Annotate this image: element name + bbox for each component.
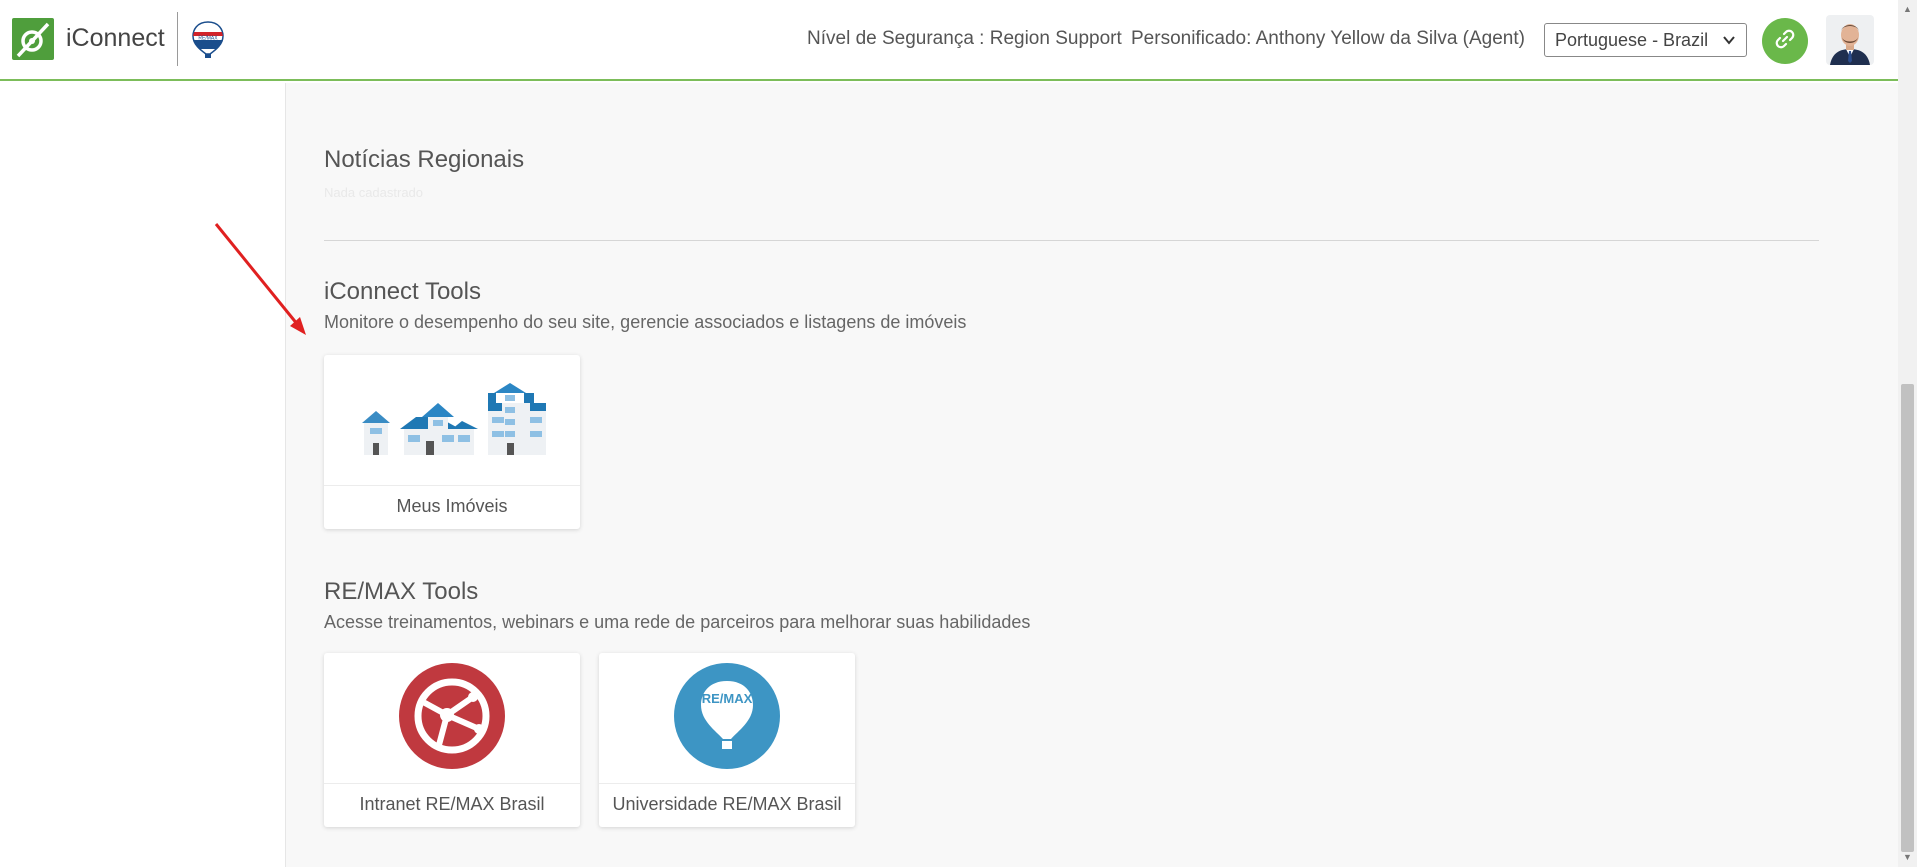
- top-header: iConnect RE/MAX Nível de Segurança : Reg…: [0, 0, 1898, 81]
- remax-tools-title: RE/MAX Tools: [324, 578, 479, 605]
- language-select-value: Portuguese - Brazil: [1555, 29, 1709, 50]
- link-icon: [1773, 27, 1797, 56]
- language-select[interactable]: Portuguese - Brazil: [1544, 23, 1747, 57]
- card-image: RE/MAX: [599, 653, 855, 784]
- brand-divider: [177, 12, 178, 66]
- chevron-down-icon: [1722, 31, 1736, 54]
- regional-news-title: Notícias Regionais: [324, 146, 525, 173]
- meus-imoveis-card[interactable]: Meus Imóveis: [324, 355, 580, 529]
- section-divider: [324, 240, 1819, 241]
- remax-tools-subtitle: Acesse treinamentos, webinars e uma rede…: [324, 612, 1031, 632]
- link-button[interactable]: [1762, 18, 1808, 64]
- regional-news-empty-hint: Nada cadastrado: [324, 185, 424, 200]
- card-image: [324, 355, 580, 486]
- balloon-text: RE/MAX: [702, 691, 753, 706]
- balloon-icon: RE/MAX: [674, 662, 780, 774]
- iconnect-tools-subtitle: Monitore o desempenho do seu site, geren…: [324, 312, 967, 332]
- card-label: Meus Imóveis: [396, 496, 508, 516]
- globe-network-icon: [399, 662, 505, 774]
- houses-icon: [342, 373, 562, 468]
- scrollbar-thumb[interactable]: [1901, 384, 1914, 852]
- left-sidebar: [0, 83, 286, 867]
- impersonated-user-text: Personificado: Anthony Yellow da Silva (…: [1131, 28, 1525, 49]
- scroll-up-icon[interactable]: ▲: [1903, 4, 1912, 14]
- remax-logo-text: RE/MAX: [198, 36, 218, 42]
- universidade-remax-card[interactable]: RE/MAX Universidade RE/MAX Brasil: [599, 653, 855, 827]
- card-image: [324, 653, 580, 784]
- intranet-remax-card[interactable]: Intranet RE/MAX Brasil: [324, 653, 580, 827]
- security-level-text: Nível de Segurança : Region Support: [807, 28, 1122, 49]
- brand-name[interactable]: iConnect: [66, 24, 165, 53]
- card-label: Intranet RE/MAX Brasil: [359, 794, 545, 814]
- page-scrollbar[interactable]: ▲ ▼: [1898, 0, 1917, 867]
- annotation-arrow-icon: [210, 220, 310, 340]
- remax-balloon-logo-icon: RE/MAX: [190, 20, 226, 60]
- user-avatar[interactable]: [1826, 15, 1874, 65]
- card-label: Universidade RE/MAX Brasil: [612, 794, 842, 814]
- iconnect-tools-title: iConnect Tools: [324, 278, 481, 305]
- scroll-down-icon[interactable]: ▼: [1903, 852, 1912, 862]
- iconnect-logo-icon[interactable]: [12, 18, 54, 60]
